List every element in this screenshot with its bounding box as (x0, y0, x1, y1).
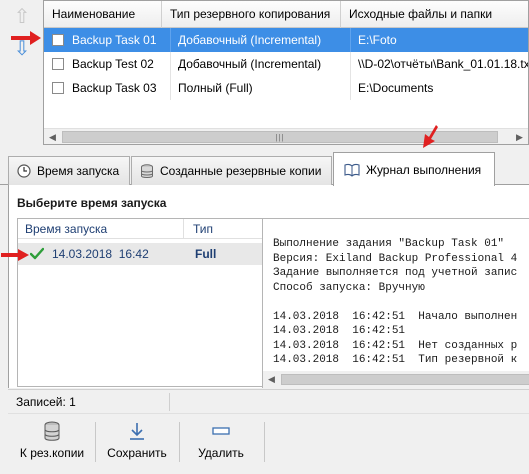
annotation-arrow-icon (0, 248, 30, 262)
column-header-type[interactable]: Тип (184, 219, 263, 238)
column-header-name[interactable]: Наименование (44, 1, 162, 28)
column-header-source[interactable]: Исходные файлы и папки (341, 1, 528, 28)
task-source: \\D-02\отчёты\Bank_01.01.18.txt (358, 57, 529, 71)
task-name: Backup Test 02 (72, 57, 154, 71)
launch-time-list[interactable]: Время запуска Тип 14.03.2018 16:42 Full (17, 218, 264, 387)
launch-datetime: 14.03.2018 16:42 (52, 247, 186, 261)
tab-execution-log[interactable]: Журнал выполнения (333, 152, 495, 186)
log-line: Способ запуска: Вручную (273, 281, 425, 294)
task-grid-header: Наименование Тип резервного копирования … (44, 1, 528, 28)
minus-icon (212, 421, 230, 443)
log-line: 14.03.2018 16:42:51 Начало выполнен (273, 310, 518, 323)
annotation-arrow-icon (10, 30, 42, 46)
tab-launch-time[interactable]: Время запуска (8, 156, 130, 185)
task-type: Полный (Full) (178, 81, 253, 95)
to-backup-button[interactable]: К рез.копии (10, 417, 94, 473)
task-type: Добавочный (Incremental) (178, 33, 322, 47)
log-line: 14.03.2018 16:42:51 Тип резервной к (273, 354, 518, 366)
task-name: Backup Task 01 (72, 33, 157, 47)
task-checkbox[interactable] (52, 34, 64, 46)
column-header-launch-time[interactable]: Время запуска (18, 219, 184, 238)
tab-label: Журнал выполнения (366, 162, 482, 177)
database-icon (43, 421, 61, 443)
panel-title: Выберите время запуска (17, 196, 167, 210)
status-bar: Записей: 1 (8, 389, 529, 413)
move-buttons: ⇧ ⇩ (0, 0, 42, 150)
annotation-arrow-icon (418, 124, 440, 150)
log-text: Выполнение задания "Backup Task 01" Верси… (273, 237, 517, 368)
log-line: 14.03.2018 16:42:51 (273, 325, 406, 337)
log-hscrollbar[interactable]: ◀ (263, 371, 529, 388)
execution-log-panel: Выберите время запуска Время запуска Тип… (8, 185, 529, 388)
download-icon (129, 421, 145, 443)
tab-created-backups[interactable]: Созданные резервные копии (131, 156, 332, 185)
task-row[interactable]: Backup Task 03 Полный (Full) E:\Document… (44, 76, 528, 100)
task-grid[interactable]: Наименование Тип резервного копирования … (43, 0, 529, 145)
scroll-thumb[interactable] (281, 374, 529, 385)
log-line: 14.03.2018 16:42:51 Нет созданных р (273, 339, 518, 352)
log-line: Выполнение задания "Backup Task 01" (273, 238, 505, 250)
move-up-icon[interactable]: ⇧ (12, 6, 32, 28)
task-checkbox[interactable] (52, 82, 64, 94)
delete-button[interactable]: Удалить (180, 417, 262, 473)
tab-label: Время запуска (37, 164, 120, 178)
launch-type: Full (195, 247, 217, 261)
launch-time: 16:42 (118, 247, 149, 261)
task-type: Добавочный (Incremental) (178, 57, 322, 71)
task-row[interactable]: Backup Task 01 Добавочный (Incremental) … (44, 28, 528, 52)
log-line: Задание выполняется под учетной запис (273, 267, 518, 279)
tab-label: Созданные резервные копии (160, 164, 322, 178)
log-line: Версия: Exiland Backup Professional 4 (273, 252, 518, 265)
task-grid-hscrollbar[interactable]: ◀ ||| ▶ (44, 128, 528, 144)
column-header-type[interactable]: Тип резервного копирования (162, 1, 341, 28)
scroll-right-icon[interactable]: ▶ (511, 129, 528, 144)
task-checkbox[interactable] (52, 58, 64, 70)
launch-row[interactable]: 14.03.2018 16:42 Full (18, 243, 263, 265)
task-name: Backup Task 03 (72, 81, 157, 95)
task-row[interactable]: Backup Test 02 Добавочный (Incremental) … (44, 52, 529, 76)
book-icon (344, 163, 360, 177)
launch-list-header: Время запуска Тип (18, 219, 263, 239)
record-count: Записей: 1 (8, 392, 170, 411)
task-source: E:\Foto (358, 33, 397, 47)
log-view[interactable]: Выполнение задания "Backup Task 01" Верси… (262, 218, 529, 388)
task-area: ⇧ ⇩ Наименование Тип резервного копирова… (0, 0, 529, 150)
save-label: Сохранить (107, 446, 167, 460)
scroll-left-icon[interactable]: ◀ (263, 371, 280, 388)
launch-date: 14.03.2018 (52, 247, 113, 261)
task-source: E:\Documents (358, 81, 434, 95)
database-icon (140, 163, 154, 179)
bottom-toolbar: К рез.копии Сохранить Удалить (8, 413, 529, 474)
delete-label: Удалить (198, 446, 244, 460)
clock-icon (17, 164, 31, 178)
save-button[interactable]: Сохранить (96, 417, 178, 473)
check-icon (30, 247, 44, 261)
tab-bar: Время запуска Созданные резервные копии … (0, 125, 529, 186)
to-backup-label: К рез.копии (19, 446, 85, 460)
scroll-left-icon[interactable]: ◀ (44, 129, 61, 144)
